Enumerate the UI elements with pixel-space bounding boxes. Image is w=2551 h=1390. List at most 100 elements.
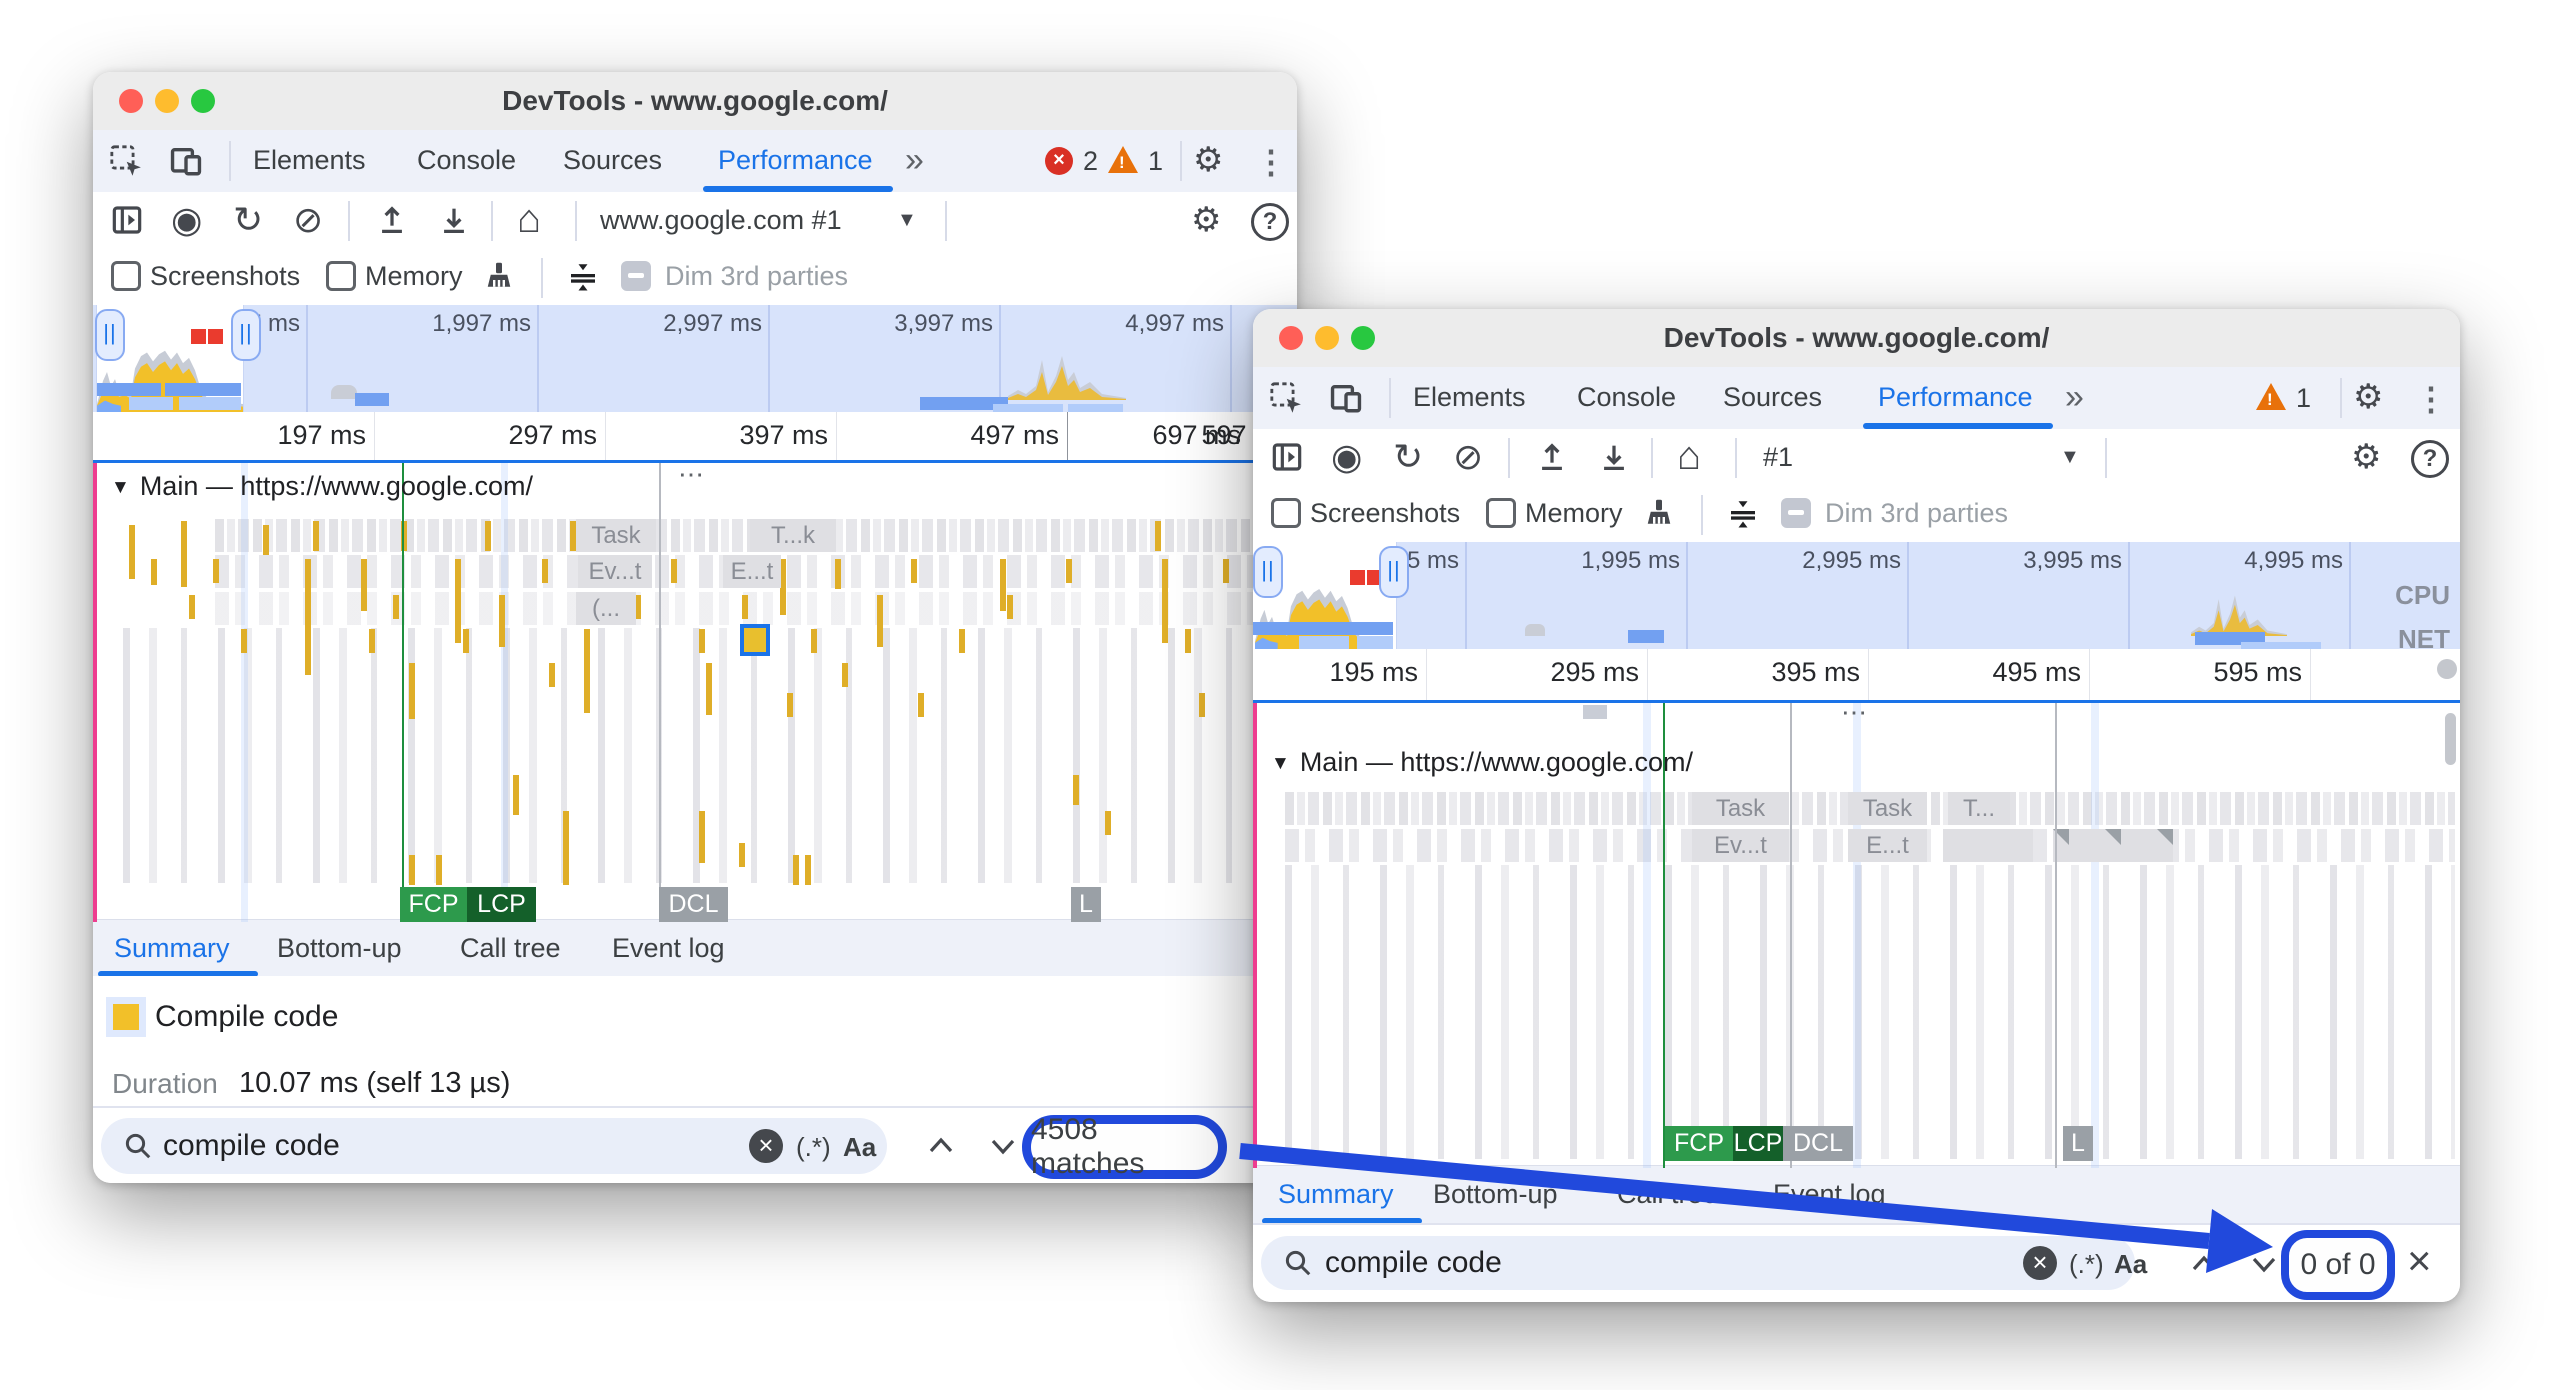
flame-task-block[interactable]: Task xyxy=(576,519,656,552)
search-input[interactable]: compile code xyxy=(1325,1246,1502,1280)
titlebar[interactable]: DevTools - www.google.com/ xyxy=(1253,309,2460,368)
scrollbar-thumb[interactable] xyxy=(2445,713,2456,765)
screenshots-checkbox[interactable] xyxy=(111,261,141,291)
warning-count[interactable]: 1 xyxy=(2296,383,2311,414)
lcp-marker-badge[interactable]: LCP xyxy=(467,887,536,922)
flame-event-block[interactable]: Ev...t xyxy=(1692,829,1789,862)
history-dropdown-icon[interactable]: ▼ xyxy=(2060,446,2080,469)
tab-event-log[interactable]: Event log xyxy=(612,933,725,964)
fcp-marker-badge[interactable]: FCP xyxy=(1665,1126,1733,1161)
upload-profile-icon[interactable] xyxy=(1535,440,1569,479)
error-count[interactable]: 2 xyxy=(1083,146,1098,177)
tab-performance[interactable]: Performance xyxy=(718,130,873,191)
dim-3rd-parties-checkbox[interactable] xyxy=(621,261,651,291)
main-track-title[interactable]: ▼Main — https://www.google.com/ xyxy=(1271,747,1693,778)
search-field[interactable]: compile code × (.*) Aa xyxy=(101,1118,887,1174)
clear-search-icon[interactable]: × xyxy=(749,1129,783,1163)
toggle-sidebar-icon[interactable] xyxy=(1271,441,1303,478)
tab-bottom-up[interactable]: Bottom-up xyxy=(277,933,402,964)
panel-resize-handle-icon[interactable]: ⋯ xyxy=(678,460,706,490)
flame-task-block[interactable]: Task xyxy=(1848,792,1927,825)
menu-dots-icon[interactable]: ⋮ xyxy=(1255,143,1287,181)
close-search-icon[interactable]: × xyxy=(2407,1237,2432,1285)
collapse-tracks-icon[interactable] xyxy=(565,259,601,300)
record-icon[interactable]: ◉ xyxy=(171,202,202,238)
toggle-sidebar-icon[interactable] xyxy=(111,204,143,241)
tab-sources[interactable]: Sources xyxy=(1723,367,1822,428)
clear-icon[interactable]: ⊘ xyxy=(293,202,323,238)
tab-sources[interactable]: Sources xyxy=(563,130,662,191)
dcl-marker-badge[interactable]: DCL xyxy=(1783,1126,1853,1161)
l-marker-badge[interactable]: L xyxy=(2063,1126,2093,1161)
flame-event-block[interactable]: E...t xyxy=(723,555,781,588)
tab-call-tree[interactable]: Call tree xyxy=(1617,1179,1718,1210)
help-icon[interactable]: ? xyxy=(2411,440,2449,478)
device-toolbar-icon[interactable] xyxy=(169,144,203,183)
search-field[interactable]: compile code × (.*) Aa xyxy=(1261,1236,2135,1290)
collect-garbage-icon[interactable] xyxy=(481,259,517,300)
panel-resize-handle-icon[interactable]: ⋯ xyxy=(1841,700,1869,728)
regex-toggle[interactable]: (.*) xyxy=(2069,1249,2104,1280)
flame-task-block[interactable]: Task xyxy=(1692,792,1789,825)
download-profile-icon[interactable] xyxy=(437,203,471,242)
tab-console[interactable]: Console xyxy=(1577,367,1676,428)
inspect-element-icon[interactable] xyxy=(109,144,143,183)
memory-checkbox[interactable] xyxy=(326,261,356,291)
next-match-icon[interactable] xyxy=(988,1133,1014,1159)
warning-badge-icon[interactable]: ! xyxy=(2256,383,2286,410)
tab-bottom-up[interactable]: Bottom-up xyxy=(1433,1179,1558,1210)
home-icon[interactable]: ⌂ xyxy=(1677,436,1701,476)
clear-icon[interactable]: ⊘ xyxy=(1453,439,1483,475)
lcp-marker-badge[interactable]: LCP xyxy=(1733,1126,1783,1161)
timeline-overview[interactable]: 997 ms 1,997 ms 2,997 ms 3,997 ms 4,997 … xyxy=(93,305,1297,412)
screenshots-checkbox[interactable] xyxy=(1271,498,1301,528)
settings-gear-icon[interactable]: ⚙ xyxy=(1193,143,1223,177)
timeline-overview[interactable]: 995 ms 1,995 ms 2,995 ms 3,995 ms 4,995 … xyxy=(1253,542,2460,649)
selection-handle-left[interactable]: || xyxy=(95,309,125,361)
flame-event-block[interactable]: Ev...t xyxy=(578,555,652,588)
disclosure-triangle-icon[interactable]: ▼ xyxy=(111,477,130,498)
fcp-marker-badge[interactable]: FCP xyxy=(400,887,467,922)
l-marker-badge[interactable]: L xyxy=(1071,887,1101,922)
flame-call-block[interactable]: (... xyxy=(576,592,636,625)
tab-call-tree[interactable]: Call tree xyxy=(460,933,561,964)
tab-console[interactable]: Console xyxy=(417,130,516,191)
previous-match-icon[interactable] xyxy=(926,1133,952,1159)
settings-gear-icon[interactable]: ⚙ xyxy=(2353,380,2383,414)
tab-summary[interactable]: Summary xyxy=(1278,1179,1394,1210)
inspect-element-icon[interactable] xyxy=(1269,381,1303,420)
collect-garbage-icon[interactable] xyxy=(1641,496,1677,537)
flame-task-block[interactable]: T...k xyxy=(750,519,836,552)
capture-settings-gear-icon[interactable]: ⚙ xyxy=(1191,203,1221,237)
match-case-toggle[interactable]: Aa xyxy=(843,1132,876,1163)
dim-3rd-parties-checkbox[interactable] xyxy=(1781,498,1811,528)
more-tabs-icon[interactable]: » xyxy=(2065,367,2084,428)
error-badge-icon[interactable]: × xyxy=(1045,147,1073,175)
clear-search-icon[interactable]: × xyxy=(2023,1246,2057,1280)
tab-summary[interactable]: Summary xyxy=(114,933,230,964)
history-select-value[interactable]: www.google.com #1 xyxy=(600,205,842,236)
selected-flame-event[interactable] xyxy=(740,624,770,656)
flame-block[interactable] xyxy=(1943,829,2033,862)
help-icon[interactable]: ? xyxy=(1251,203,1289,241)
flame-chart[interactable]: ⋯ ▼Main — https://www.google.com/ Task T… xyxy=(93,460,1297,922)
device-toolbar-icon[interactable] xyxy=(1329,381,1363,420)
regex-toggle[interactable]: (.*) xyxy=(796,1132,831,1163)
menu-dots-icon[interactable]: ⋮ xyxy=(2415,380,2447,418)
selection-handle-left[interactable]: || xyxy=(1253,546,1283,598)
selection-handle-right[interactable]: || xyxy=(231,309,261,361)
tab-event-log[interactable]: Event log xyxy=(1773,1179,1886,1210)
titlebar[interactable]: DevTools - www.google.com/ xyxy=(93,72,1297,131)
warning-badge-icon[interactable]: ! xyxy=(1108,146,1138,173)
more-tabs-icon[interactable]: » xyxy=(905,130,924,191)
flame-chart[interactable]: ⋯ ▼Main — https://www.google.com/ Task T… xyxy=(1253,700,2460,1168)
history-dropdown-icon[interactable]: ▼ xyxy=(897,209,917,232)
previous-match-icon[interactable] xyxy=(2189,1251,2215,1277)
flame-event-block[interactable]: E...t xyxy=(1848,829,1927,862)
dcl-marker-badge[interactable]: DCL xyxy=(659,887,728,922)
disclosure-triangle-icon[interactable]: ▼ xyxy=(1271,753,1290,774)
download-profile-icon[interactable] xyxy=(1597,440,1631,479)
next-match-icon[interactable] xyxy=(2249,1251,2275,1277)
warning-count[interactable]: 1 xyxy=(1148,146,1163,177)
tab-elements[interactable]: Elements xyxy=(1413,367,1526,428)
